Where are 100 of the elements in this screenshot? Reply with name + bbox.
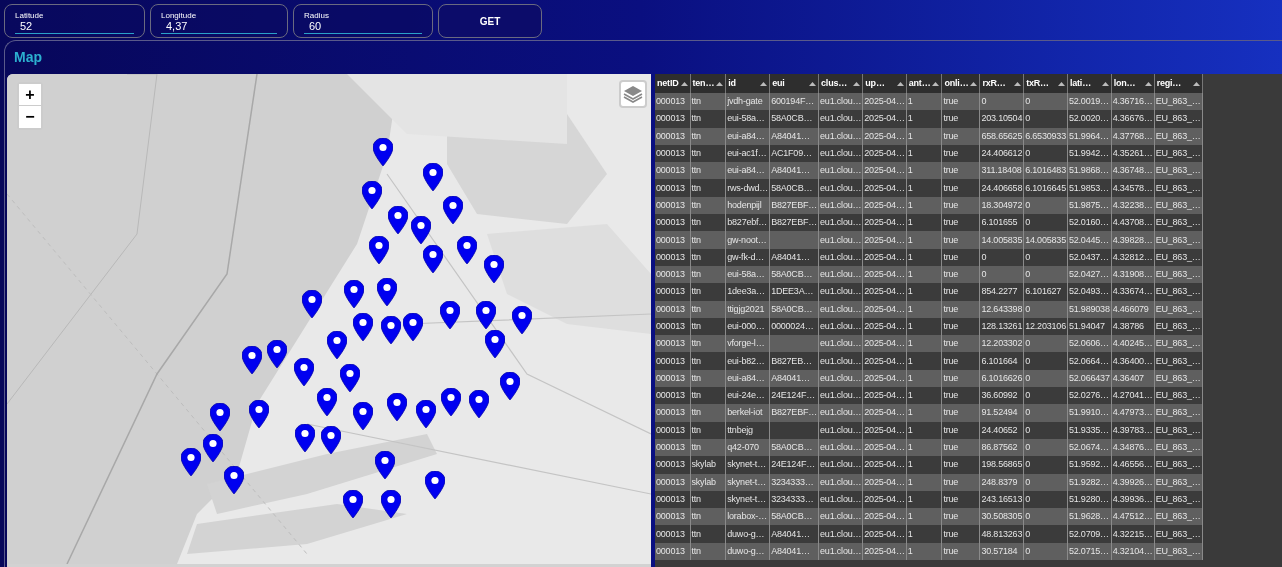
map-pin-icon[interactable] — [321, 426, 341, 454]
map-pin-icon[interactable] — [373, 138, 393, 166]
table-cell: 14.005835 — [1023, 231, 1068, 249]
map-pin-icon[interactable] — [242, 346, 262, 374]
map-pin-icon[interactable] — [224, 466, 244, 494]
table-cell: 0 — [1023, 473, 1068, 491]
table-cell: 000013 — [655, 110, 690, 128]
map-pin-icon[interactable] — [387, 393, 407, 421]
table-cell: ttn — [690, 248, 726, 266]
table-cell: 2025-04… — [862, 542, 907, 560]
input-field[interactable]: Radius 60 — [293, 4, 433, 38]
map-pin-icon[interactable] — [375, 451, 395, 479]
map-pin-icon[interactable] — [440, 301, 460, 329]
table-cell: true — [941, 404, 980, 422]
table-cell: 000013 — [655, 525, 690, 543]
table-cell: gw-noot… — [725, 231, 770, 249]
map-pin-icon[interactable] — [469, 390, 489, 418]
table-cell: 1 — [906, 110, 942, 128]
map-pin-icon[interactable] — [476, 301, 496, 329]
table-cell: true — [941, 248, 980, 266]
map-pin-icon[interactable] — [267, 340, 287, 368]
map-pin-icon[interactable] — [302, 290, 322, 318]
map-pin-icon[interactable] — [353, 402, 373, 430]
table-cell: 000013 — [655, 352, 690, 370]
table-cell: ttigjg2021 — [725, 300, 770, 318]
table-cell: EU_863_… — [1154, 127, 1203, 145]
table-cell: 30.57184 — [979, 542, 1024, 560]
map-pin-icon[interactable] — [500, 372, 520, 400]
map-pin-icon[interactable] — [457, 236, 477, 264]
table-cell: eu1.clou… — [818, 179, 863, 197]
map-pin-icon[interactable] — [203, 434, 223, 462]
table-cell: 248.8379 — [979, 473, 1024, 491]
table-cell: 000013 — [655, 421, 690, 439]
table-cell: true — [941, 473, 980, 491]
table-cell: gw-fk-d… — [725, 248, 770, 266]
map-pin-icon[interactable] — [181, 448, 201, 476]
table-cell: 24.40652 — [979, 421, 1024, 439]
sort-icon — [760, 81, 768, 86]
map-pin-icon[interactable] — [381, 316, 401, 344]
map-pin-icon[interactable] — [362, 181, 382, 209]
table-cell: 000013 — [655, 127, 690, 145]
table-cell: eu1.clou… — [818, 352, 863, 370]
input-field[interactable]: Longitude 4,37 — [150, 4, 288, 38]
map-pin-icon[interactable] — [403, 313, 423, 341]
map-pin-icon[interactable] — [344, 280, 364, 308]
table-cell: 91.52494 — [979, 404, 1024, 422]
table-cell: 51.9282… — [1067, 473, 1112, 491]
sort-icon — [1014, 81, 1022, 86]
table-cell: 1 — [906, 421, 942, 439]
map-pin-icon[interactable] — [411, 216, 431, 244]
get-button[interactable]: GET — [438, 4, 542, 38]
table-cell: 2025-04… — [862, 231, 907, 249]
table-cell: ttnbejg — [725, 421, 770, 439]
map-pin-icon[interactable] — [512, 306, 532, 334]
table-cell: eu1.clou… — [818, 127, 863, 145]
map-pin-icon[interactable] — [210, 403, 230, 431]
map-pin-icon[interactable] — [423, 163, 443, 191]
table-cell: EU_863_… — [1154, 352, 1203, 370]
table-cell: 6.6530933 — [1023, 127, 1068, 145]
map[interactable]: + − — [7, 74, 651, 567]
map-pin-icon[interactable] — [416, 400, 436, 428]
map-pin-icon[interactable] — [317, 388, 337, 416]
map-pin-icon[interactable] — [443, 196, 463, 224]
table-cell: A84041… — [769, 248, 819, 266]
map-pin-icon[interactable] — [353, 313, 373, 341]
table-cell: true — [941, 352, 980, 370]
map-pin-icon[interactable] — [441, 388, 461, 416]
table-cell: 52.0020… — [1067, 110, 1112, 128]
map-pin-icon[interactable] — [327, 331, 347, 359]
table-cell: 52.0715… — [1067, 542, 1112, 560]
map-pin-icon[interactable] — [425, 471, 445, 499]
layers-button[interactable] — [619, 80, 647, 108]
field-value: 52 — [15, 20, 134, 34]
map-pin-icon[interactable] — [249, 400, 269, 428]
map-pin-icon[interactable] — [381, 490, 401, 518]
table-cell: 4.32812… — [1111, 248, 1155, 266]
field-label: Radius — [304, 10, 330, 20]
zoom-in-button[interactable]: + — [19, 84, 41, 106]
map-pin-icon[interactable] — [294, 358, 314, 386]
table-cell: 1 — [906, 404, 942, 422]
input-field[interactable]: Latitude 52 — [4, 4, 145, 38]
table-cell: 0 — [1023, 525, 1068, 543]
map-pin-icon[interactable] — [377, 278, 397, 306]
map-pin-icon[interactable] — [340, 364, 360, 392]
map-pin-icon[interactable] — [369, 236, 389, 264]
table-cell: EU_863_… — [1154, 473, 1203, 491]
table-cell: eu1.clou… — [818, 542, 863, 560]
table-cell: ttn — [690, 421, 726, 439]
table-cell: 4.32215… — [1111, 525, 1155, 543]
map-pin-icon[interactable] — [388, 206, 408, 234]
sort-icon — [1144, 81, 1152, 86]
map-pin-icon[interactable] — [295, 424, 315, 452]
table-cell: 1 — [906, 473, 942, 491]
table-cell: true — [941, 127, 980, 145]
table-cell: 2025-04… — [862, 300, 907, 318]
map-pin-icon[interactable] — [343, 490, 363, 518]
table-cell: 48.813263 — [979, 525, 1024, 543]
map-pin-icon[interactable] — [484, 255, 504, 283]
map-pin-icon[interactable] — [423, 245, 443, 273]
map-pin-icon[interactable] — [485, 330, 505, 358]
